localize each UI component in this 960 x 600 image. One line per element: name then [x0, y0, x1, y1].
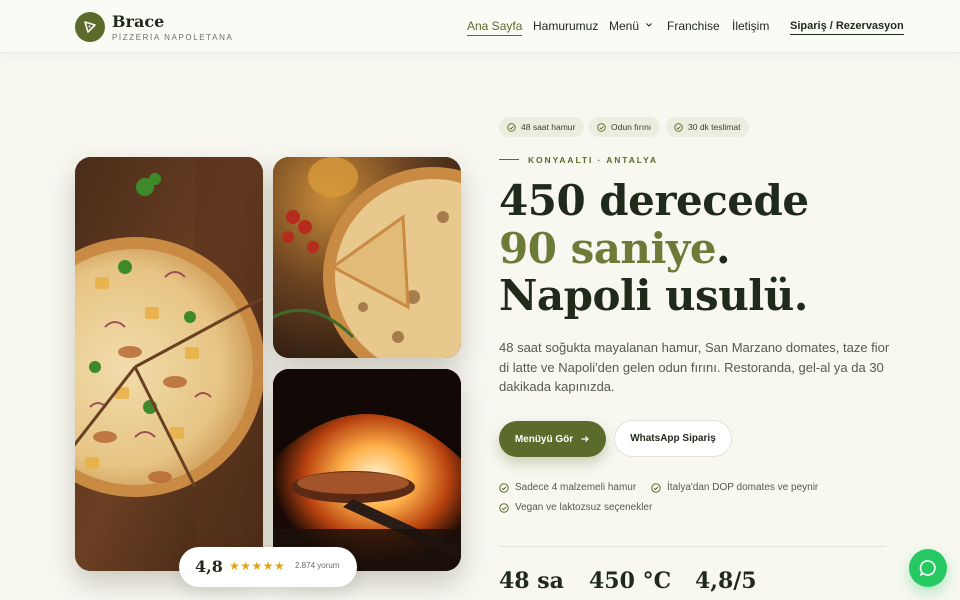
stat-oven-temp: 450 °C	[589, 568, 672, 594]
nav-item-dough[interactable]: Hamurumuz	[533, 19, 598, 33]
stat-rating: 4,8/5	[695, 568, 757, 594]
hero-description: 48 saat soğukta mayalanan hamur, San Mar…	[499, 340, 890, 394]
headline-line1: 450 derecede	[499, 176, 809, 225]
whatsapp-order-label: WhatsApp Sipariş	[630, 433, 716, 444]
pill-label: 48 saat hamur	[521, 122, 576, 132]
eyebrow-line	[499, 159, 519, 160]
feature-label: İtalya'dan DOP domates ve peynir	[667, 482, 819, 493]
pill-wood-oven: Odun fırını	[589, 117, 661, 137]
whatsapp-chat-icon	[919, 560, 936, 576]
nav-item-contact[interactable]: İletişim	[732, 19, 769, 33]
whatsapp-order-button[interactable]: WhatsApp Sipariş	[614, 420, 732, 457]
headline-line3: Napoli usulü.	[499, 271, 808, 320]
view-menu-label: Menüyü Gör	[514, 433, 574, 445]
stat-dough-hours: 48 sa	[499, 568, 564, 594]
feature-item: Sadece 4 malzemeli hamur	[499, 482, 636, 493]
main-nav: Ana Sayfa Hamurumuz Menü Franchise İleti…	[0, 19, 960, 39]
nav-item-home[interactable]: Ana Sayfa	[467, 19, 523, 36]
rating-value: 4,8	[195, 557, 223, 576]
nav-item-menu[interactable]: Menü	[609, 19, 653, 33]
stats-divider	[499, 546, 886, 547]
pizza-photo-large	[75, 157, 263, 571]
nav-item-menu-label: Menü	[609, 19, 640, 33]
check-circle-icon	[499, 482, 509, 493]
pizza-photo-slice	[273, 157, 461, 358]
arrow-right-icon	[581, 436, 590, 442]
feature-label: Sadece 4 malzemeli hamur	[515, 482, 637, 493]
order-reservation-link[interactable]: Sipariş / Rezervasyon	[790, 20, 904, 35]
check-circle-icon	[597, 122, 606, 132]
view-menu-button[interactable]: Menüyü Gör	[499, 421, 606, 457]
rating-stars: ★★★★★	[229, 559, 286, 573]
nav-item-franchise[interactable]: Franchise	[667, 19, 720, 33]
pill-label: Odun fırını	[611, 122, 652, 132]
whatsapp-chat-button[interactable]	[909, 549, 947, 587]
rating-card: 4,8 ★★★★★ 2.874 yorum	[179, 547, 357, 587]
headline-period: .	[716, 223, 731, 273]
feature-item: Vegan ve laktozsuz seçenekler	[499, 502, 652, 513]
check-circle-icon	[674, 122, 683, 132]
feature-label: Vegan ve laktozsuz seçenekler	[515, 502, 653, 513]
hero-headline: 450 derecede 90 saniye. Napoli usulü.	[499, 177, 809, 320]
chevron-down-icon	[646, 23, 653, 27]
wood-oven-photo	[273, 369, 461, 571]
site-header: Brace PİZZERİA NAPOLETANA Ana Sayfa Hamu…	[0, 0, 960, 53]
pill-48h-dough: 48 saat hamur	[499, 117, 585, 137]
check-circle-icon	[507, 122, 516, 132]
feature-item: İtalya'dan DOP domates ve peynir	[651, 482, 818, 493]
location-eyebrow: KONYAALTI · ANTALYA	[528, 155, 658, 165]
headline-accent: 90 saniye	[499, 223, 717, 273]
check-circle-icon	[651, 482, 661, 493]
pill-label: 30 dk teslimat	[688, 122, 741, 132]
check-circle-icon	[499, 502, 509, 513]
pill-30min-delivery: 30 dk teslimat	[666, 117, 750, 137]
review-count[interactable]: 2.874 yorum	[295, 561, 339, 570]
